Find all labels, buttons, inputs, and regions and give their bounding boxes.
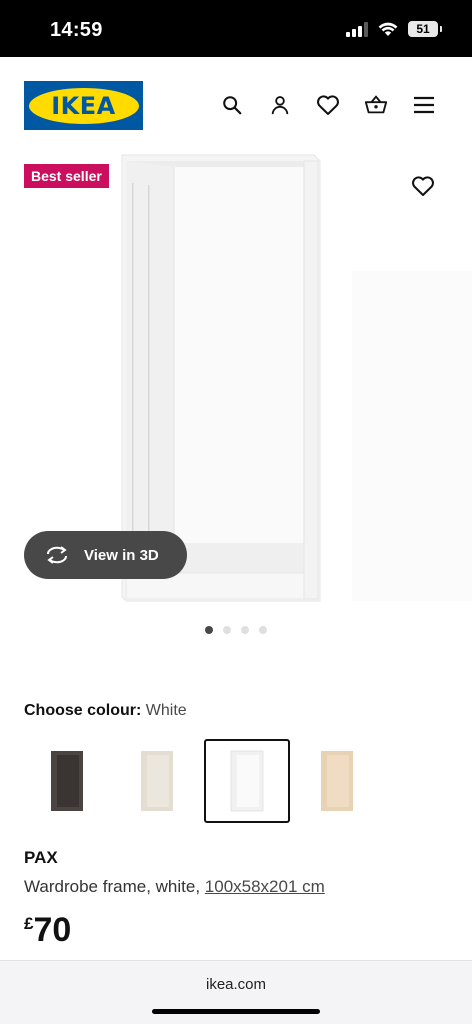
ikea-logo[interactable]: IKEA — [24, 81, 143, 130]
colour-label-text: Choose colour: — [24, 702, 142, 719]
product-price: £ 70 — [24, 910, 71, 950]
carousel-dot-4[interactable] — [259, 626, 267, 634]
logo-oval: IKEA — [28, 87, 139, 124]
swatch-beige[interactable] — [114, 739, 200, 823]
site-header: IKEA — [0, 57, 472, 153]
product-description-text: Wardrobe frame, white, — [24, 877, 205, 896]
product-description: Wardrobe frame, white, 100x58x201 cm — [24, 877, 325, 897]
favourite-icon[interactable] — [411, 175, 435, 199]
best-seller-badge: Best seller — [24, 164, 109, 188]
swatch-image — [51, 751, 83, 811]
swatch-white[interactable] — [204, 739, 290, 823]
swatch-image — [230, 750, 264, 812]
status-icons: 51 — [346, 21, 442, 37]
swatch-black-brown[interactable] — [24, 739, 110, 823]
colour-swatches — [24, 739, 384, 823]
account-icon[interactable] — [268, 93, 292, 117]
colour-label: Choose colour: White — [24, 702, 187, 720]
product-name: PAX — [24, 848, 58, 867]
view-in-3d-label: View in 3D — [84, 546, 159, 564]
search-icon[interactable] — [220, 93, 244, 117]
browser-address-bar: ikea.com — [0, 960, 472, 1024]
carousel-dot-3[interactable] — [241, 626, 249, 634]
heart-icon[interactable] — [316, 93, 340, 117]
swatch-image — [321, 751, 353, 811]
swatch-white-stained-oak[interactable] — [294, 739, 380, 823]
signal-icon — [346, 21, 368, 37]
price-amount: 70 — [33, 911, 72, 949]
next-image-peek — [352, 271, 472, 601]
nav-icons — [220, 93, 436, 117]
basket-icon[interactable] — [364, 93, 388, 117]
carousel-dot-1[interactable] — [205, 626, 213, 634]
status-time: 14:59 — [50, 19, 103, 41]
price-currency: £ — [24, 914, 34, 933]
product-dimensions-link[interactable]: 100x58x201 cm — [205, 877, 325, 896]
url-text[interactable]: ikea.com — [0, 976, 472, 993]
battery-icon: 51 — [408, 21, 442, 37]
view-in-3d-button[interactable]: View in 3D — [24, 531, 187, 579]
menu-icon[interactable] — [412, 93, 436, 117]
status-bar: 14:59 51 — [0, 0, 472, 57]
rotate-3d-icon — [47, 546, 67, 564]
wifi-icon — [378, 22, 398, 36]
logo-text: IKEA — [51, 91, 116, 120]
product-gallery[interactable]: Best seller View in 3D — [0, 153, 472, 623]
carousel-dots — [0, 626, 472, 634]
home-indicator[interactable] — [152, 1009, 320, 1014]
carousel-dot-2[interactable] — [223, 626, 231, 634]
colour-value: White — [145, 702, 187, 719]
swatch-image — [141, 751, 173, 811]
